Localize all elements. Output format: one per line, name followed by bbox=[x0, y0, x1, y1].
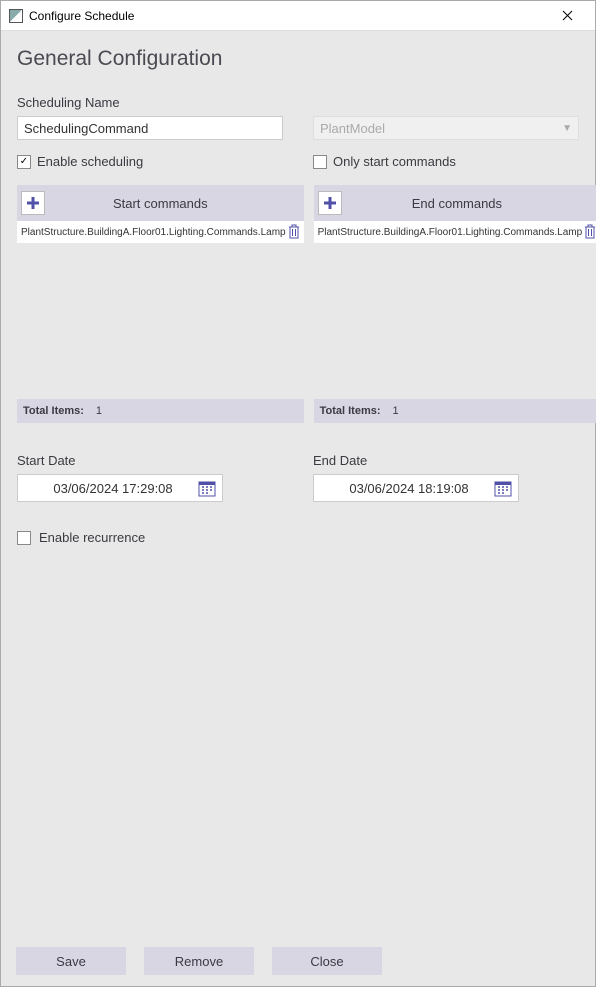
app-icon bbox=[9, 9, 23, 23]
end-total-count: 1 bbox=[393, 405, 399, 417]
trash-icon[interactable] bbox=[286, 224, 302, 240]
start-total-label: Total Items: bbox=[23, 405, 84, 417]
start-date-label: Start Date bbox=[17, 453, 283, 468]
enable-scheduling-label: Enable scheduling bbox=[37, 154, 143, 169]
plus-icon bbox=[25, 195, 41, 211]
end-total-bar: Total Items: 1 bbox=[314, 399, 596, 423]
end-total-label: Total Items: bbox=[320, 405, 381, 417]
calendar-icon[interactable] bbox=[494, 479, 512, 497]
titlebar: Configure Schedule bbox=[1, 1, 595, 31]
start-total-count: 1 bbox=[96, 405, 102, 417]
save-button[interactable]: Save bbox=[16, 947, 126, 975]
add-start-command-button[interactable] bbox=[21, 191, 45, 215]
trash-icon[interactable] bbox=[582, 224, 596, 240]
scheduling-name-input[interactable] bbox=[17, 116, 283, 140]
end-date-input[interactable]: 03/06/2024 18:19:08 bbox=[313, 474, 519, 502]
enable-scheduling-checkbox[interactable]: ✓ bbox=[17, 155, 31, 169]
start-date-input[interactable]: 03/06/2024 17:29:08 bbox=[17, 474, 223, 502]
command-path: PlantStructure.BuildingA.Floor01.Lightin… bbox=[318, 227, 583, 238]
scheduling-name-label: Scheduling Name bbox=[17, 95, 283, 110]
only-start-checkbox[interactable] bbox=[313, 155, 327, 169]
enable-recurrence-label: Enable recurrence bbox=[39, 530, 145, 545]
add-end-command-button[interactable] bbox=[318, 191, 342, 215]
end-commands-list: PlantStructure.BuildingA.Floor01.Lightin… bbox=[314, 221, 596, 399]
model-dropdown[interactable]: PlantModel ▼ bbox=[313, 116, 579, 140]
end-date-label: End Date bbox=[313, 453, 579, 468]
close-icon[interactable] bbox=[547, 2, 587, 30]
list-item[interactable]: PlantStructure.BuildingA.Floor01.Lightin… bbox=[314, 221, 596, 243]
footer: Save Remove Close bbox=[16, 947, 382, 975]
page-title: General Configuration bbox=[17, 47, 579, 71]
only-start-label: Only start commands bbox=[333, 154, 456, 169]
remove-button[interactable]: Remove bbox=[144, 947, 254, 975]
start-commands-title: Start commands bbox=[17, 196, 304, 211]
list-item[interactable]: PlantStructure.BuildingA.Floor01.Lightin… bbox=[17, 221, 304, 243]
window-title: Configure Schedule bbox=[29, 9, 547, 23]
end-commands-title: End commands bbox=[314, 196, 596, 211]
model-dropdown-value: PlantModel bbox=[320, 121, 385, 136]
chevron-down-icon: ▼ bbox=[562, 123, 572, 134]
calendar-icon[interactable] bbox=[198, 479, 216, 497]
start-commands-header: Start commands bbox=[17, 185, 304, 221]
end-commands-header: End commands bbox=[314, 185, 596, 221]
command-path: PlantStructure.BuildingA.Floor01.Lightin… bbox=[21, 227, 286, 238]
enable-recurrence-checkbox[interactable] bbox=[17, 531, 31, 545]
close-button[interactable]: Close bbox=[272, 947, 382, 975]
end-date-value: 03/06/2024 18:19:08 bbox=[324, 481, 494, 496]
plus-icon bbox=[322, 195, 338, 211]
start-total-bar: Total Items: 1 bbox=[17, 399, 304, 423]
start-commands-list: PlantStructure.BuildingA.Floor01.Lightin… bbox=[17, 221, 304, 399]
start-date-value: 03/06/2024 17:29:08 bbox=[28, 481, 198, 496]
